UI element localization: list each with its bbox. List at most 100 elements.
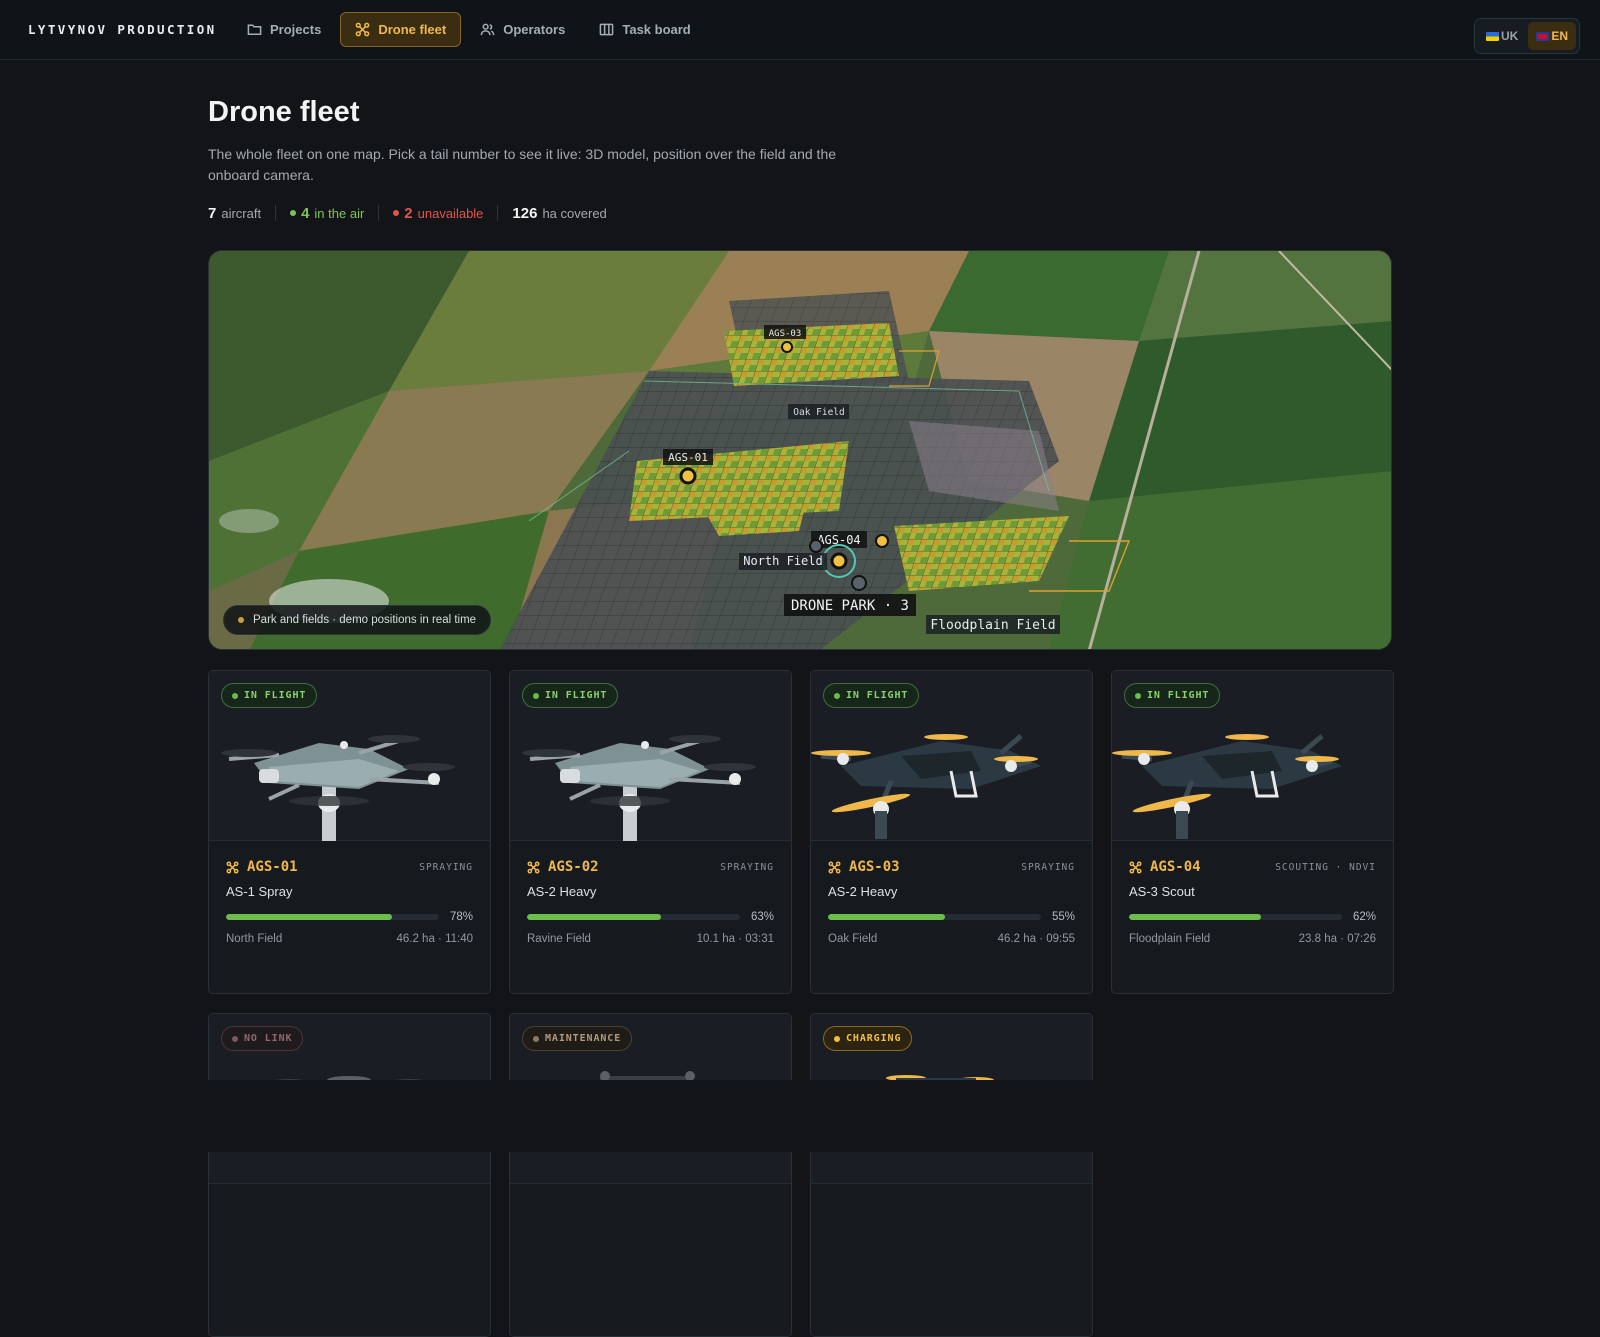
status-badge: IN FLIGHT — [823, 683, 920, 708]
aircraft-count: 7 — [208, 204, 217, 222]
lang-uk-label: UK — [1500, 29, 1519, 43]
drone-card[interactable]: IN FLIGHT AGS-04 SCOUTING · NDVI AS-3 Sc… — [1111, 670, 1394, 994]
nav-drone-fleet[interactable]: Drone fleet — [340, 12, 462, 47]
covered-count: 126 — [512, 204, 538, 222]
aircraft-label: aircraft — [221, 205, 262, 221]
task-label: SPRAYING — [720, 861, 774, 873]
progress-bar — [828, 914, 1041, 920]
drone-model-preview: IN FLIGHT — [209, 671, 490, 841]
nav-operators-label: Operators — [503, 22, 566, 37]
progress-percent: 63% — [750, 911, 774, 923]
unavailable-count: 2 — [404, 204, 413, 222]
status-badge: IN FLIGHT — [221, 683, 318, 708]
task-label: SCOUTING · NDVI — [1275, 861, 1376, 873]
status-dot-icon — [533, 1035, 539, 1042]
board-icon — [600, 23, 614, 36]
map-label-oak-field: Oak Field — [793, 407, 844, 418]
drone-card[interactable]: IN FLIGHT AGS-03 SPRAYING AS-2 Heavy 55%… — [810, 670, 1093, 994]
tail-number-label: AGS-01 — [247, 859, 298, 875]
progress-fill — [1129, 914, 1262, 920]
drone-model-preview: IN FLIGHT — [510, 671, 791, 841]
lang-uk-button[interactable]: UK — [1478, 22, 1526, 50]
status-badge: IN FLIGHT — [1124, 683, 1221, 708]
nav-task-board[interactable]: Task board — [584, 12, 705, 47]
stat-unavailable: 2 unavailable — [378, 204, 497, 222]
drone-icon — [1129, 860, 1142, 874]
area-time: 23.8 ha · 07:26 — [1298, 933, 1376, 945]
drone-card-grid: IN FLIGHT AGS-01 SPRAYING AS-1 Spray 78%… — [208, 670, 1394, 1337]
progress-fill — [828, 914, 946, 920]
status-badge-label: IN FLIGHT — [545, 690, 608, 701]
status-dot-icon — [533, 692, 539, 699]
status-dot-icon — [290, 210, 297, 216]
progress-bar — [226, 914, 439, 920]
nav-operators[interactable]: Operators — [465, 12, 580, 47]
tail-number[interactable]: AGS-02 — [527, 859, 599, 875]
model-name: AS-2 Heavy — [828, 884, 898, 899]
status-badge: CHARGING — [823, 1026, 913, 1051]
status-badge: IN FLIGHT — [522, 683, 619, 708]
field-name: Floodplain Field — [1129, 933, 1211, 945]
nav-projects[interactable]: Projects — [232, 12, 336, 47]
tail-number[interactable]: AGS-04 — [1129, 859, 1201, 875]
drone-model-preview: IN FLIGHT — [1112, 671, 1393, 841]
drone-card[interactable]: NO LINK — [208, 1013, 491, 1337]
fleet-map[interactable]: AGS-03 Oak Field AGS-01 AGS-04 North Fie… — [208, 250, 1392, 650]
drone-icon — [355, 22, 370, 37]
brand-logo[interactable]: LYTVYNOV PRODUCTION — [28, 22, 217, 37]
drone-icon — [527, 860, 540, 874]
uk-flag-icon — [1536, 31, 1550, 41]
page-description: The whole fleet on one map. Pick a tail … — [208, 146, 837, 183]
area-time: 46.2 ha · 11:40 — [396, 933, 473, 945]
task-label: SPRAYING — [419, 861, 473, 873]
status-dot-icon — [834, 1035, 840, 1042]
map-caption: Park and fields · demo positions in real… — [223, 605, 492, 635]
language-switcher: UK EN — [1473, 18, 1580, 54]
drone-card[interactable]: CHARGING — [810, 1013, 1093, 1337]
model-name: AS-3 Scout — [1129, 884, 1195, 899]
tail-number[interactable]: AGS-01 — [226, 859, 298, 875]
page-bottom-cutoff — [0, 1080, 1600, 1152]
oak-field-heatmap — [724, 323, 899, 386]
progress-percent: 62% — [1352, 911, 1376, 923]
progress-percent: 78% — [449, 911, 473, 923]
tail-number-label: AGS-02 — [548, 859, 599, 875]
map-label-floodplain-field: Floodplain Field — [930, 618, 1055, 633]
stat-aircraft: 7 aircraft — [208, 204, 275, 222]
status-dot-icon — [232, 1035, 238, 1042]
status-badge: MAINTENANCE — [522, 1026, 633, 1051]
tail-number-label: AGS-04 — [1150, 859, 1201, 875]
field-name: North Field — [226, 933, 283, 945]
tail-number[interactable]: AGS-03 — [828, 859, 900, 875]
progress-percent: 55% — [1051, 911, 1075, 923]
drone-card[interactable]: IN FLIGHT AGS-02 SPRAYING AS-2 Heavy 63%… — [509, 670, 792, 994]
nav-drone-fleet-label: Drone fleet — [378, 22, 447, 37]
map-canvas: AGS-03 Oak Field AGS-01 AGS-04 North Fie… — [209, 251, 1391, 649]
map-caption-text: Park and fields · demo positions in real… — [253, 614, 477, 626]
map-label-north-field: North Field — [743, 554, 822, 568]
progress-bar — [1129, 914, 1342, 920]
area-time: 10.1 ha · 03:31 — [696, 933, 774, 945]
drone-icon — [226, 860, 239, 874]
covered-label: ha covered — [542, 205, 607, 221]
map-label-floodplain-field-group: Floodplain Field — [926, 615, 1060, 634]
model-name: AS-2 Heavy — [527, 884, 597, 899]
area-time: 46.2 ha · 09:55 — [997, 933, 1075, 945]
status-badge-label: IN FLIGHT — [846, 690, 909, 701]
progress-fill — [226, 914, 393, 920]
drone-card[interactable]: MAINTENANCE — [509, 1013, 792, 1337]
live-dot-icon — [238, 617, 244, 623]
drone-card[interactable]: IN FLIGHT AGS-01 SPRAYING AS-1 Spray 78%… — [208, 670, 491, 994]
model-name: AS-1 Spray — [226, 884, 293, 899]
status-dot-icon — [834, 692, 840, 699]
lang-en-label: EN — [1551, 29, 1568, 43]
status-dot-icon — [393, 210, 400, 216]
status-dot-icon — [232, 692, 238, 699]
map-label-ags03: AGS-03 — [769, 329, 802, 339]
lang-en-button[interactable]: EN — [1528, 22, 1576, 50]
drone-model-preview: IN FLIGHT — [811, 671, 1092, 841]
status-badge-label: MAINTENANCE — [545, 1033, 622, 1044]
map-label-drone-park-group: DRONE PARK · 3 — [784, 594, 916, 616]
field-name: Ravine Field — [527, 933, 591, 945]
status-badge-label: IN FLIGHT — [244, 690, 307, 701]
